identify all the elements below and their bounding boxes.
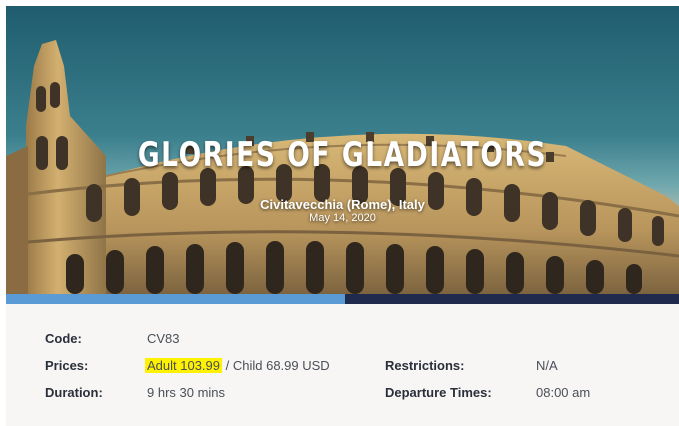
tour-date: May 14, 2020 [309,212,376,224]
details-panel: Code: CV83 Prices: Adult 103.99 / Child … [6,304,679,426]
accent-stripe-light [6,294,345,304]
prices-label: Prices: [45,358,89,373]
excursion-card: GLORIES OF GLADIATORS Civitavecchia (Rom… [6,6,679,426]
prices-value: Adult 103.99 / Child 68.99 USD [145,358,330,373]
tour-title: GLORIES OF GLADIATORS [137,135,548,175]
code-label: Code: [45,331,82,346]
hero-banner: GLORIES OF GLADIATORS Civitavecchia (Rom… [6,6,679,294]
adult-price-highlight: Adult 103.99 [145,358,223,373]
accent-stripe-dark [345,294,679,304]
accent-stripe [6,294,679,304]
tour-location: Civitavecchia (Rome), Italy [260,197,425,212]
duration-value: 9 hrs 30 mins [147,385,226,400]
duration-label: Duration: [45,385,103,400]
child-price: / Child 68.99 USD [222,358,330,373]
code-value: CV83 [147,331,180,346]
departure-times-value: 08:00 am [536,385,591,400]
departure-times-label: Departure Times: [385,385,492,400]
restrictions-label: Restrictions: [385,358,465,373]
restrictions-value: N/A [536,358,558,373]
